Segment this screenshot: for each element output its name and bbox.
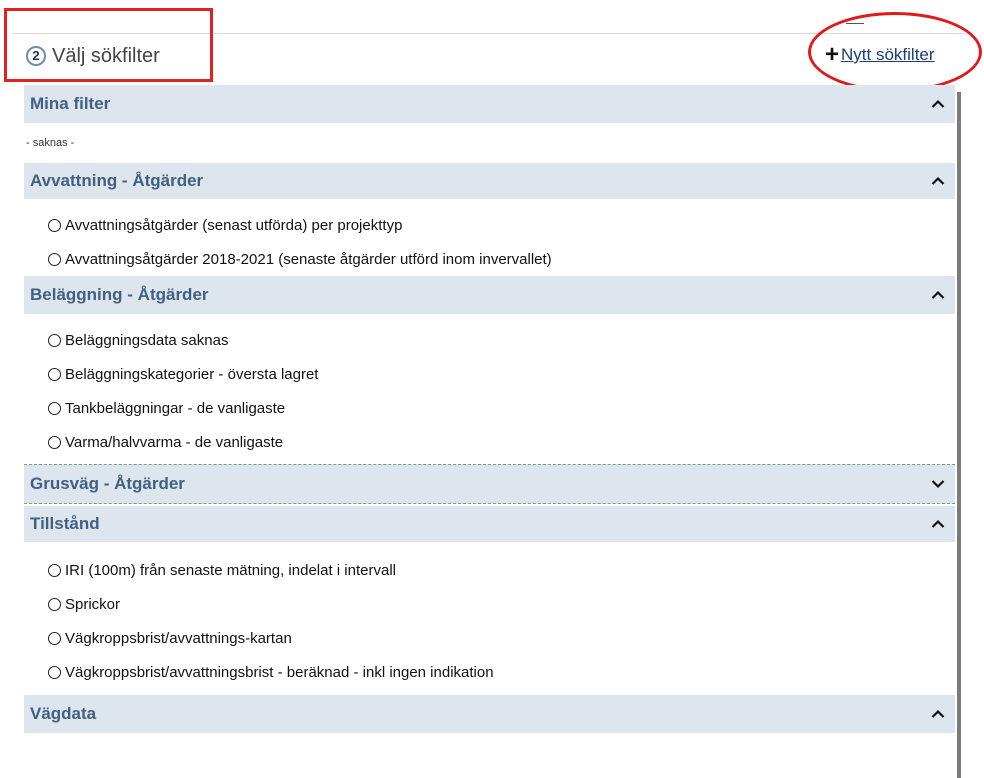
section-title: Tillstånd bbox=[30, 514, 100, 533]
chevron-down-icon[interactable] bbox=[931, 480, 945, 489]
section-title: Beläggning - Åtgärder bbox=[30, 285, 209, 304]
radio-icon[interactable] bbox=[48, 401, 61, 415]
filter-option-label: Beläggningsdata saknas bbox=[65, 331, 229, 349]
section-header-mina-filter[interactable]: Mina filter bbox=[24, 85, 955, 123]
filter-option-label: Vägkroppsbrist/avvattningsbrist - beräkn… bbox=[65, 663, 494, 681]
filter-option-label: Tankbeläggningar - de vanligaste bbox=[65, 399, 286, 417]
filter-option[interactable]: IRI (100m) från senaste mätning, indelat… bbox=[24, 553, 955, 587]
filter-option-label: IRI (100m) från senaste mätning, indelat… bbox=[65, 561, 396, 579]
filter-option[interactable]: Avvattningsåtgärder 2018-2021 (senaste å… bbox=[24, 242, 955, 276]
empty-placeholder: - saknas - bbox=[26, 137, 75, 149]
section-header-belaggning[interactable]: Beläggning - Åtgärder bbox=[24, 276, 955, 314]
radio-icon[interactable] bbox=[48, 597, 61, 611]
radio-icon[interactable] bbox=[48, 563, 61, 577]
filter-option[interactable]: Sprickor bbox=[24, 587, 955, 621]
radio-icon[interactable] bbox=[48, 631, 61, 645]
filter-option[interactable]: Avvattningsåtgärder (senast utförda) per… bbox=[24, 208, 955, 242]
section-header-tillstand[interactable]: Tillstånd bbox=[24, 506, 955, 542]
section-title: Mina filter bbox=[30, 94, 111, 113]
section-title: Avvattning - Åtgärder bbox=[30, 171, 204, 190]
filter-option[interactable]: Tankbeläggningar - de vanligaste bbox=[24, 391, 955, 425]
section-title: Vägdata bbox=[30, 704, 97, 723]
section-header-vagdata[interactable]: Vägdata bbox=[24, 695, 955, 733]
filter-option[interactable]: Beläggningskategorier - översta lagret bbox=[24, 357, 955, 391]
plus-icon: + bbox=[825, 41, 840, 68]
filter-option[interactable]: Vägkroppsbrist/avvattningsbrist - beräkn… bbox=[24, 655, 955, 689]
filter-panel: Mina filter - saknas - Avvattning - Åtgä… bbox=[24, 85, 955, 733]
filter-option-label: Beläggningskategorier - översta lagret bbox=[65, 365, 319, 383]
section-header-avvattning[interactable]: Avvattning - Åtgärder bbox=[24, 163, 955, 199]
filter-option-label: Sprickor bbox=[65, 595, 121, 613]
page-title: Välj sökfilter bbox=[52, 45, 160, 67]
chevron-up-icon[interactable] bbox=[931, 176, 945, 186]
filter-option-label: Vägkroppsbrist/avvattnings-kartan bbox=[65, 629, 292, 647]
chevron-up-icon[interactable] bbox=[931, 519, 945, 529]
radio-icon[interactable] bbox=[48, 252, 61, 266]
chevron-up-icon[interactable] bbox=[931, 290, 945, 300]
radio-icon[interactable] bbox=[48, 665, 61, 679]
filter-option-label: Avvattningsåtgärder (senast utförda) per… bbox=[65, 216, 403, 234]
chevron-up-icon[interactable] bbox=[931, 99, 945, 109]
filter-option[interactable]: Vägkroppsbrist/avvattnings-kartan bbox=[24, 621, 955, 655]
radio-icon[interactable] bbox=[48, 367, 61, 381]
step-number-badge: 2 bbox=[26, 46, 46, 66]
chevron-up-icon[interactable] bbox=[931, 709, 945, 719]
new-filter-label: Nytt sökfilter bbox=[841, 45, 935, 64]
filter-option[interactable]: Beläggningsdata saknas bbox=[24, 323, 955, 357]
section-header-grusvag[interactable]: Grusväg - Åtgärder bbox=[24, 464, 955, 504]
filter-option[interactable]: Varma/halvvarma - de vanligaste bbox=[24, 425, 955, 459]
new-filter-link[interactable]: + Nytt sökfilter bbox=[825, 41, 935, 68]
radio-icon[interactable] bbox=[48, 218, 61, 232]
filter-option-label: Varma/halvvarma - de vanligaste bbox=[65, 433, 284, 451]
radio-icon[interactable] bbox=[48, 333, 61, 347]
filter-option-label: Avvattningsåtgärder 2018-2021 (senaste å… bbox=[65, 250, 552, 268]
section-title: Grusväg - Åtgärder bbox=[30, 474, 185, 493]
radio-icon[interactable] bbox=[48, 435, 61, 449]
scrollbar[interactable] bbox=[957, 92, 961, 778]
